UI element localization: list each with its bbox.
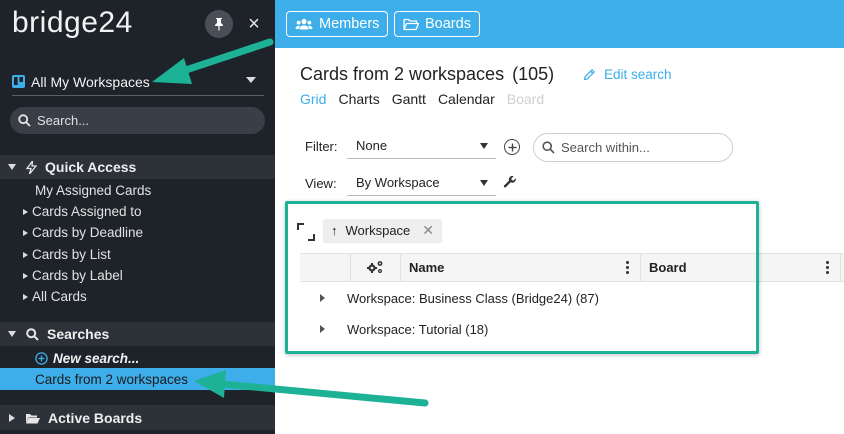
add-filter-button[interactable]	[504, 139, 520, 155]
sidebar-item-saved-search[interactable]: Cards from 2 workspaces	[0, 368, 275, 390]
app-logo: bridge24	[12, 6, 133, 39]
view-select[interactable]: By Workspace	[347, 170, 496, 196]
boards-button-label: Boards	[425, 16, 471, 32]
edit-search-label: Edit search	[604, 67, 672, 82]
tab-grid[interactable]: Grid	[300, 91, 326, 111]
new-search-label: New search...	[53, 351, 140, 366]
section-active-boards-title: Active Boards	[48, 409, 143, 426]
sidebar-search-input[interactable]	[37, 113, 237, 128]
section-quick-access[interactable]: Quick Access	[0, 155, 275, 179]
expand-triangle-icon	[9, 413, 15, 422]
edit-search-link[interactable]: Edit search	[583, 67, 672, 82]
workspace-select[interactable]: All My Workspaces	[12, 68, 264, 96]
expand-triangle-icon	[23, 272, 28, 279]
view-label: View:	[305, 176, 337, 191]
collapse-triangle-icon	[8, 164, 16, 170]
sidebar-item-label: Cards by List	[32, 247, 111, 262]
sidebar-item-label: All Cards	[32, 289, 87, 304]
column-menu-board-button[interactable]	[826, 261, 830, 274]
page-title: Cards from 2 workspaces (105)	[300, 64, 554, 85]
kebab-dot	[826, 266, 829, 269]
users-icon	[295, 18, 313, 31]
filter-select-value: None	[356, 138, 388, 153]
search-icon	[26, 327, 39, 341]
tab-gantt[interactable]: Gantt	[392, 91, 426, 111]
tab-board: Board	[506, 91, 545, 107]
expand-triangle-icon	[23, 251, 28, 258]
sidebar-item-cards-assigned-to[interactable]: Cards Assigned to	[0, 201, 275, 222]
filter-label: Filter:	[305, 139, 338, 154]
plus-circle-icon	[35, 352, 48, 365]
folder-open-icon	[403, 18, 419, 31]
page-title-text: Cards from 2 workspaces	[300, 64, 505, 84]
search-within-input[interactable]	[561, 140, 721, 155]
sidebar-item-my-assigned-cards[interactable]: My Assigned Cards	[0, 180, 275, 201]
chevron-down-icon	[480, 180, 488, 186]
sidebar: bridge24 × All My Workspaces Quick Acces…	[0, 0, 275, 434]
section-quick-access-title: Quick Access	[45, 159, 137, 175]
folder-open-icon	[25, 412, 40, 424]
chevron-down-icon	[246, 77, 256, 83]
section-searches[interactable]: Searches	[0, 322, 275, 346]
filter-select[interactable]: None	[347, 133, 496, 159]
chevron-down-icon	[480, 143, 488, 149]
expand-triangle-icon	[23, 208, 28, 215]
wrench-icon	[503, 175, 516, 188]
sidebar-item-label: My Assigned Cards	[35, 183, 152, 198]
sidebar-item-cards-by-deadline[interactable]: Cards by Deadline	[0, 222, 275, 243]
workspace-select-label: All My Workspaces	[31, 73, 150, 90]
plus-icon	[508, 143, 516, 151]
pencil-icon	[583, 68, 596, 81]
top-bar: Members Boards	[275, 0, 844, 48]
pin-icon	[215, 18, 223, 31]
pin-sidebar-button[interactable]	[205, 10, 233, 38]
boards-button[interactable]: Boards	[394, 11, 480, 37]
tab-charts[interactable]: Charts	[338, 91, 379, 111]
sidebar-item-label: Cards by Deadline	[32, 225, 144, 240]
sidebar-item-label: Cards Assigned to	[32, 204, 142, 219]
sidebar-item-all-cards[interactable]: All Cards	[0, 286, 275, 307]
expand-triangle-icon	[23, 293, 28, 300]
annotation-highlight-box	[285, 201, 759, 354]
members-button[interactable]: Members	[286, 11, 389, 37]
view-tabs: Grid Charts Gantt Calendar Board	[300, 91, 556, 111]
kebab-dot	[826, 271, 829, 274]
section-searches-title: Searches	[47, 326, 110, 342]
tab-calendar[interactable]: Calendar	[438, 91, 495, 111]
trello-board-icon	[12, 75, 25, 88]
sidebar-item-cards-by-label[interactable]: Cards by Label	[0, 265, 275, 286]
bolt-icon	[26, 160, 37, 174]
sidebar-item-label: Cards from 2 workspaces	[35, 371, 189, 387]
expand-triangle-icon	[23, 229, 28, 236]
search-within[interactable]	[533, 133, 733, 162]
view-select-value: By Workspace	[356, 175, 440, 190]
search-icon	[18, 114, 31, 127]
collapse-triangle-icon	[8, 331, 16, 337]
search-icon	[542, 141, 555, 154]
sidebar-item-cards-by-list[interactable]: Cards by List	[0, 244, 275, 265]
kebab-dot	[826, 261, 829, 264]
section-active-boards[interactable]: Active Boards	[0, 405, 275, 430]
sidebar-search[interactable]	[10, 107, 265, 134]
members-button-label: Members	[319, 16, 380, 32]
column-separator	[840, 254, 841, 281]
page-title-count: (105)	[512, 64, 555, 84]
new-search-link[interactable]: New search...	[0, 348, 275, 369]
view-settings-button[interactable]	[503, 175, 517, 194]
close-sidebar-button[interactable]: ×	[244, 10, 264, 38]
sidebar-item-label: Cards by Label	[32, 268, 123, 283]
